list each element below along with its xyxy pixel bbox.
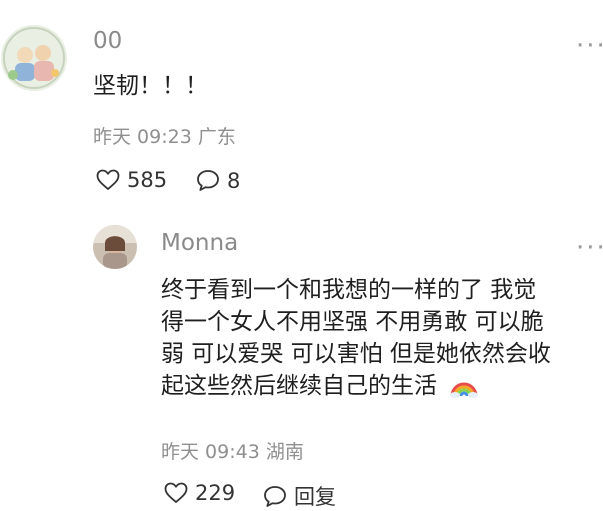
comment-text: 坚韧！！！ [93,73,208,99]
avatar[interactable] [93,225,137,269]
comment-meta: 昨天 09:23 广东 [93,122,236,149]
comment-line: 弱 可以爱哭 可以害怕 但是她依然会收 [161,341,551,367]
like-count: 585 [127,168,168,192]
comment-line: 起这些然后继续自己的生活 [161,370,591,402]
comment-bubble-icon [264,485,286,507]
comment-meta: 昨天 09:43 湖南 [161,437,304,464]
comment-location: 湖南 [265,441,304,463]
rainbow-emoji-icon [450,382,478,398]
heart-icon [164,482,188,503]
username[interactable]: 00 [93,28,122,54]
comment-location: 广东 [197,126,236,148]
heart-icon [96,169,120,190]
comment-text: 终于看到一个和我想的一样的了 我觉 得一个女人不用坚强 不用勇敢 可以脆 弱 可… [161,274,591,402]
reply-count: 8 [227,168,241,193]
like-button[interactable]: 585 [95,168,167,192]
more-options-icon[interactable]: ··· [576,33,603,59]
avatar[interactable] [1,25,67,91]
comment-time: 昨天 09:43 [161,441,260,463]
like-button[interactable]: 229 [163,481,235,505]
comment-line: 得一个女人不用坚强 不用勇敢 可以脆 [161,309,544,335]
comment-time: 昨天 09:23 [93,126,192,148]
username[interactable]: Monna [161,230,238,256]
more-options-icon[interactable]: ··· [576,235,603,261]
reply-button[interactable]: 8 [195,168,240,193]
comment-bubble-icon [197,170,219,191]
like-count: 229 [195,481,236,505]
comment-line: 终于看到一个和我想的一样的了 我觉 [161,277,537,303]
